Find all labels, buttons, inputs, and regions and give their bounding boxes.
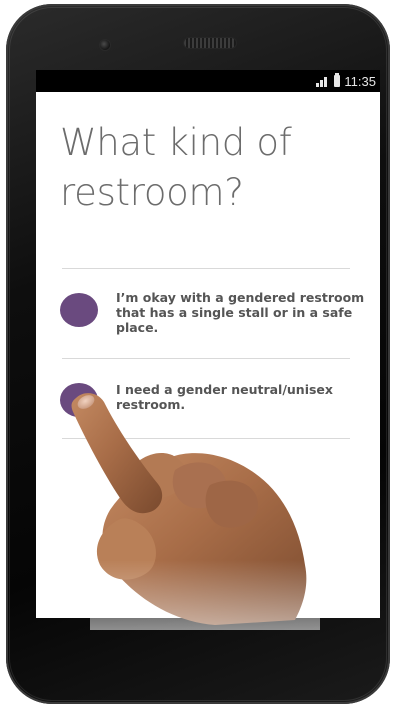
option-label-neutral: I need a gender neutral/unisex restroom. <box>116 382 333 412</box>
status-right-group: 11:35 <box>316 73 376 89</box>
signal-icon <box>316 75 330 87</box>
battery-icon <box>334 73 341 87</box>
option-gendered-restroom[interactable]: I’m okay with a gendered restroom that h… <box>60 290 366 346</box>
phone-bottom-bezel <box>36 618 380 658</box>
radio-button-gendered[interactable] <box>60 293 98 327</box>
status-bar: 11:35 <box>36 70 380 92</box>
status-time: 11:35 <box>344 73 376 89</box>
photo-stage: 11:35 What kind of restroom? I’m okay wi… <box>0 0 396 710</box>
divider-top <box>62 268 350 269</box>
option-neutral-restroom[interactable]: I need a gender neutral/unisex restroom. <box>60 382 366 426</box>
page-title: What kind of restroom? <box>60 121 292 214</box>
radio-button-neutral[interactable] <box>60 383 98 417</box>
divider-bottom <box>62 438 350 439</box>
front-camera-icon <box>100 40 110 50</box>
earpiece-speaker-icon <box>184 38 236 48</box>
app-screen: What kind of restroom? I’m okay with a g… <box>36 92 380 618</box>
option-label-gendered: I’m okay with a gendered restroom that h… <box>116 290 365 335</box>
divider-middle <box>62 358 350 359</box>
